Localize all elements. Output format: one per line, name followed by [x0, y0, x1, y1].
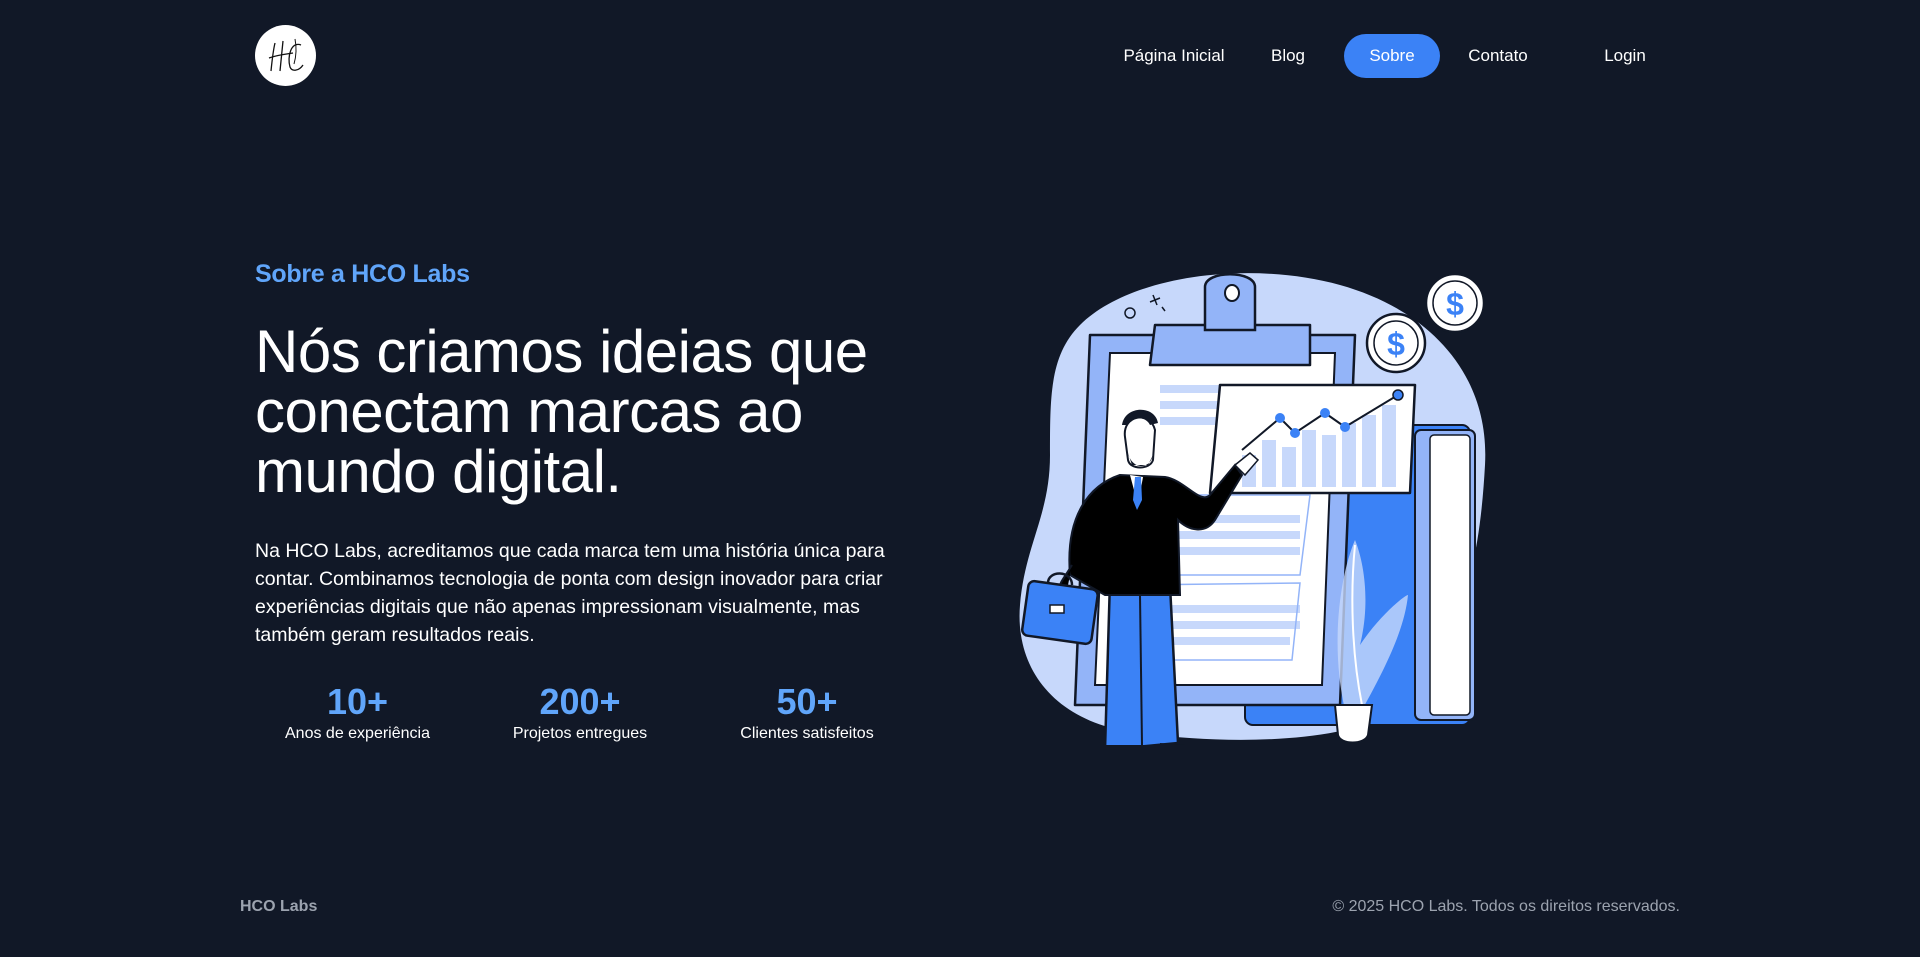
stat-value: 10+ — [326, 681, 389, 722]
stat-label: Projetos entregues — [512, 725, 648, 742]
stat-value: 200+ — [539, 681, 621, 722]
nav-item-blog[interactable]: Blog — [1258, 34, 1318, 78]
signature-logo-icon — [268, 38, 304, 71]
page-headline: Nós criamos ideias que conectam marcas a… — [255, 318, 868, 505]
businessman-presenting-chart-illustration: $ $ — [1010, 265, 1500, 760]
stat-value: 50+ — [776, 681, 838, 722]
hero-description: Na HCO Labs, acreditamos que cada marca … — [255, 540, 885, 646]
stats-row: 10+ Anos de experiência 200+ Projetos en… — [255, 680, 915, 760]
footer-copyright: © 2025 HCO Labs. Todos os direitos reser… — [1332, 898, 1680, 915]
nav-item-home[interactable]: Página Inicial — [1100, 34, 1248, 78]
about-page: Página Inicial Blog Sobre Contato Login … — [0, 0, 1920, 957]
nav-item-login[interactable]: Login — [1590, 34, 1660, 78]
site-header: Página Inicial Blog Sobre Contato Login — [0, 0, 1920, 110]
stat-label: Clientes satisfeitos — [740, 725, 874, 742]
dollar-coin-icon: $ — [1387, 326, 1405, 362]
stat-clients: 50+ Clientes satisfeitos — [702, 680, 912, 744]
nav-item-contact[interactable]: Contato — [1458, 34, 1538, 78]
section-eyebrow: Sobre a HCO Labs — [255, 260, 470, 288]
stat-projects: 200+ Projetos entregues — [475, 680, 685, 744]
footer-brand: HCO Labs — [240, 898, 318, 915]
nav-item-about[interactable]: Sobre — [1344, 34, 1440, 78]
stat-experience: 10+ Anos de experiência — [255, 680, 460, 744]
dollar-coin-icon: $ — [1446, 286, 1464, 322]
logo[interactable] — [255, 25, 316, 86]
stat-label: Anos de experiência — [285, 725, 430, 742]
